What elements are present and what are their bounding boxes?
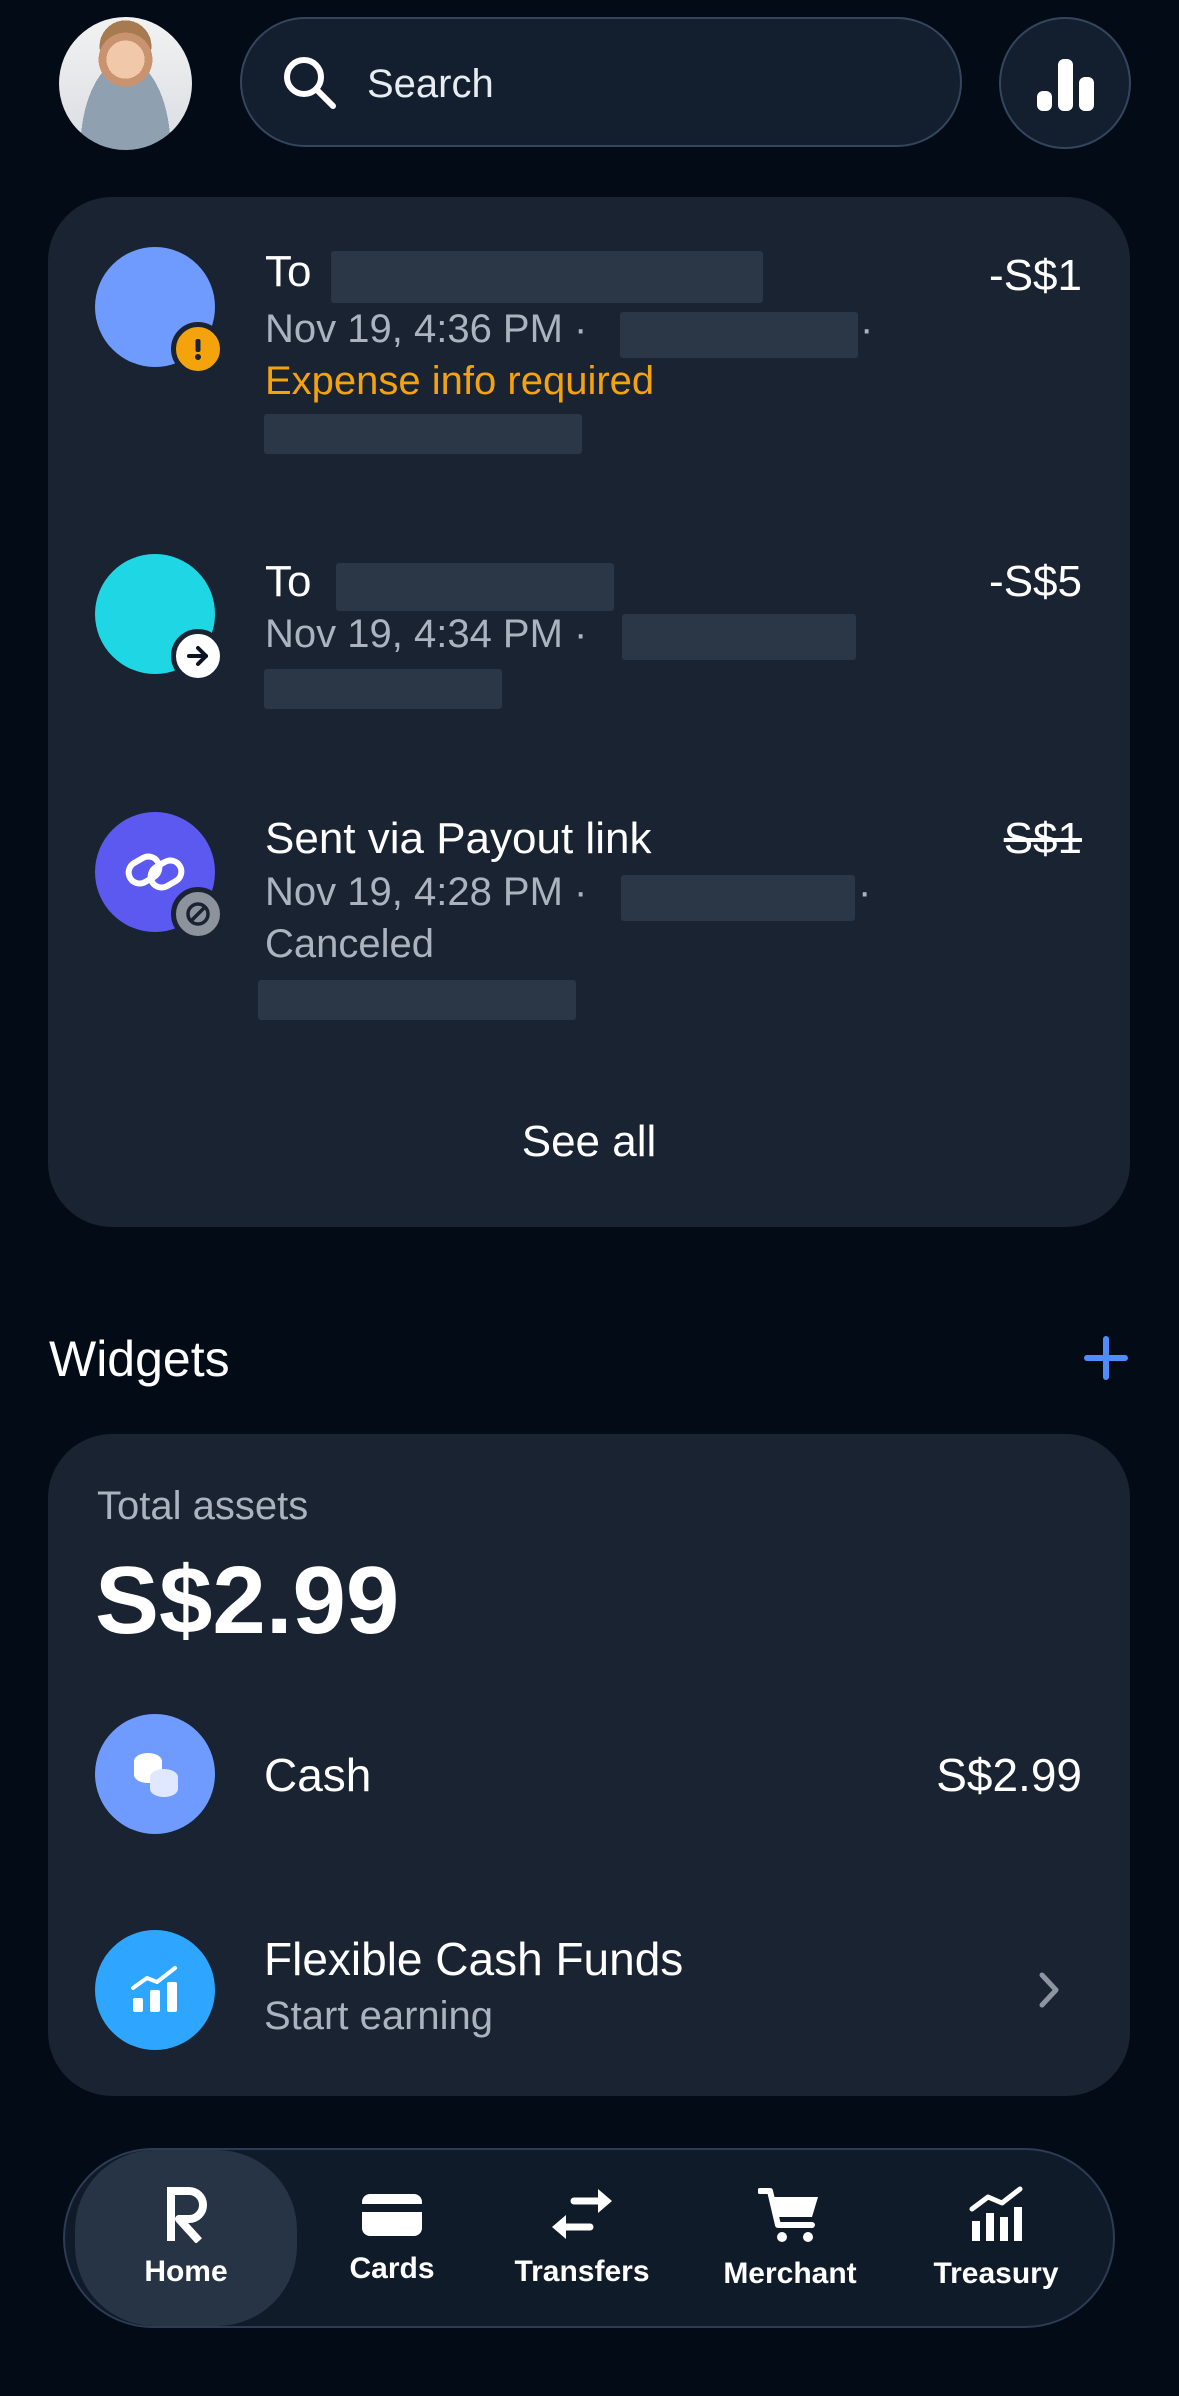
search-bar[interactable] xyxy=(240,17,962,147)
nav-merchant-label: Merchant xyxy=(723,2257,857,2290)
transaction-row[interactable]: To Nov 19, 4:34 PM · -S$5 xyxy=(48,507,1130,727)
transaction-date: Nov 19, 4:28 PM · xyxy=(265,870,588,914)
coins-icon xyxy=(95,1714,215,1834)
widgets-title: Widgets xyxy=(49,1331,230,1387)
search-icon xyxy=(284,57,336,109)
flexible-cash-funds-label: Flexible Cash Funds xyxy=(264,1933,684,1985)
revolut-r-icon xyxy=(167,2187,207,2243)
cash-value: S$2.99 xyxy=(936,1749,1082,1801)
transaction-title: To xyxy=(265,557,312,606)
flexible-cash-funds-subtitle: Start earning xyxy=(264,1994,494,2038)
redacted-recipient xyxy=(336,563,614,611)
transaction-amount: -S$5 xyxy=(989,557,1082,606)
warning-icon xyxy=(171,322,225,376)
nav-transfers[interactable]: Transfers xyxy=(497,2150,667,2326)
nav-transfers-label: Transfers xyxy=(514,2255,650,2288)
total-assets-value: S$2.99 xyxy=(95,1547,400,1654)
separator-dot: · xyxy=(858,870,872,914)
total-assets-label: Total assets xyxy=(97,1484,309,1528)
canceled-icon xyxy=(171,887,225,941)
total-assets-widget[interactable]: Total assets S$2.99 Cash S$2.99 Flexible… xyxy=(48,1434,1130,2096)
transaction-row[interactable]: To Nov 19, 4:36 PM · · Expense info requ… xyxy=(48,197,1130,454)
bottom-navigation: Home Cards Transfers Merchant Treasury xyxy=(63,2148,1115,2328)
nav-treasury-label: Treasury xyxy=(933,2257,1059,2290)
redacted-detail xyxy=(621,875,855,921)
redacted-note xyxy=(258,980,576,1020)
nav-treasury[interactable]: Treasury xyxy=(911,2150,1081,2326)
nav-home[interactable]: Home xyxy=(75,2150,297,2326)
nav-home-label: Home xyxy=(144,2255,228,2288)
transaction-date: Nov 19, 4:36 PM · xyxy=(265,307,588,351)
cash-label: Cash xyxy=(264,1749,372,1801)
redacted-recipient xyxy=(331,251,763,303)
redacted-detail xyxy=(620,312,858,358)
arrow-right-icon xyxy=(171,629,225,683)
transaction-title: Sent via Payout link xyxy=(265,814,652,863)
nav-cards-label: Cards xyxy=(349,2252,435,2285)
profile-avatar[interactable] xyxy=(59,17,192,150)
cart-icon xyxy=(758,2188,818,2242)
redacted-note xyxy=(264,414,582,454)
growth-chart-icon xyxy=(95,1930,215,2050)
transaction-title: To xyxy=(265,247,312,296)
see-all-button[interactable]: See all xyxy=(48,1117,1130,1167)
nav-cards[interactable]: Cards xyxy=(317,2150,467,2326)
transaction-row[interactable]: Sent via Payout link Nov 19, 4:28 PM · ·… xyxy=(48,762,1130,1020)
redacted-detail xyxy=(622,614,856,660)
transfers-icon xyxy=(552,2189,612,2239)
transaction-amount: -S$1 xyxy=(989,251,1082,300)
analytics-button[interactable] xyxy=(999,17,1131,149)
separator-dot: · xyxy=(860,307,874,351)
transaction-amount: S$1 xyxy=(1003,814,1082,863)
chevron-right-icon[interactable] xyxy=(1034,1969,1064,2011)
nav-merchant[interactable]: Merchant xyxy=(705,2150,875,2326)
bar-chart-icon xyxy=(1037,59,1094,111)
transactions-card: To Nov 19, 4:36 PM · · Expense info requ… xyxy=(48,197,1130,1227)
add-widget-icon[interactable] xyxy=(1081,1333,1131,1383)
card-icon xyxy=(362,2194,422,2236)
redacted-note xyxy=(264,669,502,709)
transaction-status: Canceled xyxy=(265,922,435,966)
transaction-date: Nov 19, 4:34 PM · xyxy=(265,612,588,656)
treasury-icon xyxy=(969,2186,1023,2241)
transaction-status: Expense info required xyxy=(265,359,655,403)
search-input[interactable] xyxy=(365,51,929,117)
